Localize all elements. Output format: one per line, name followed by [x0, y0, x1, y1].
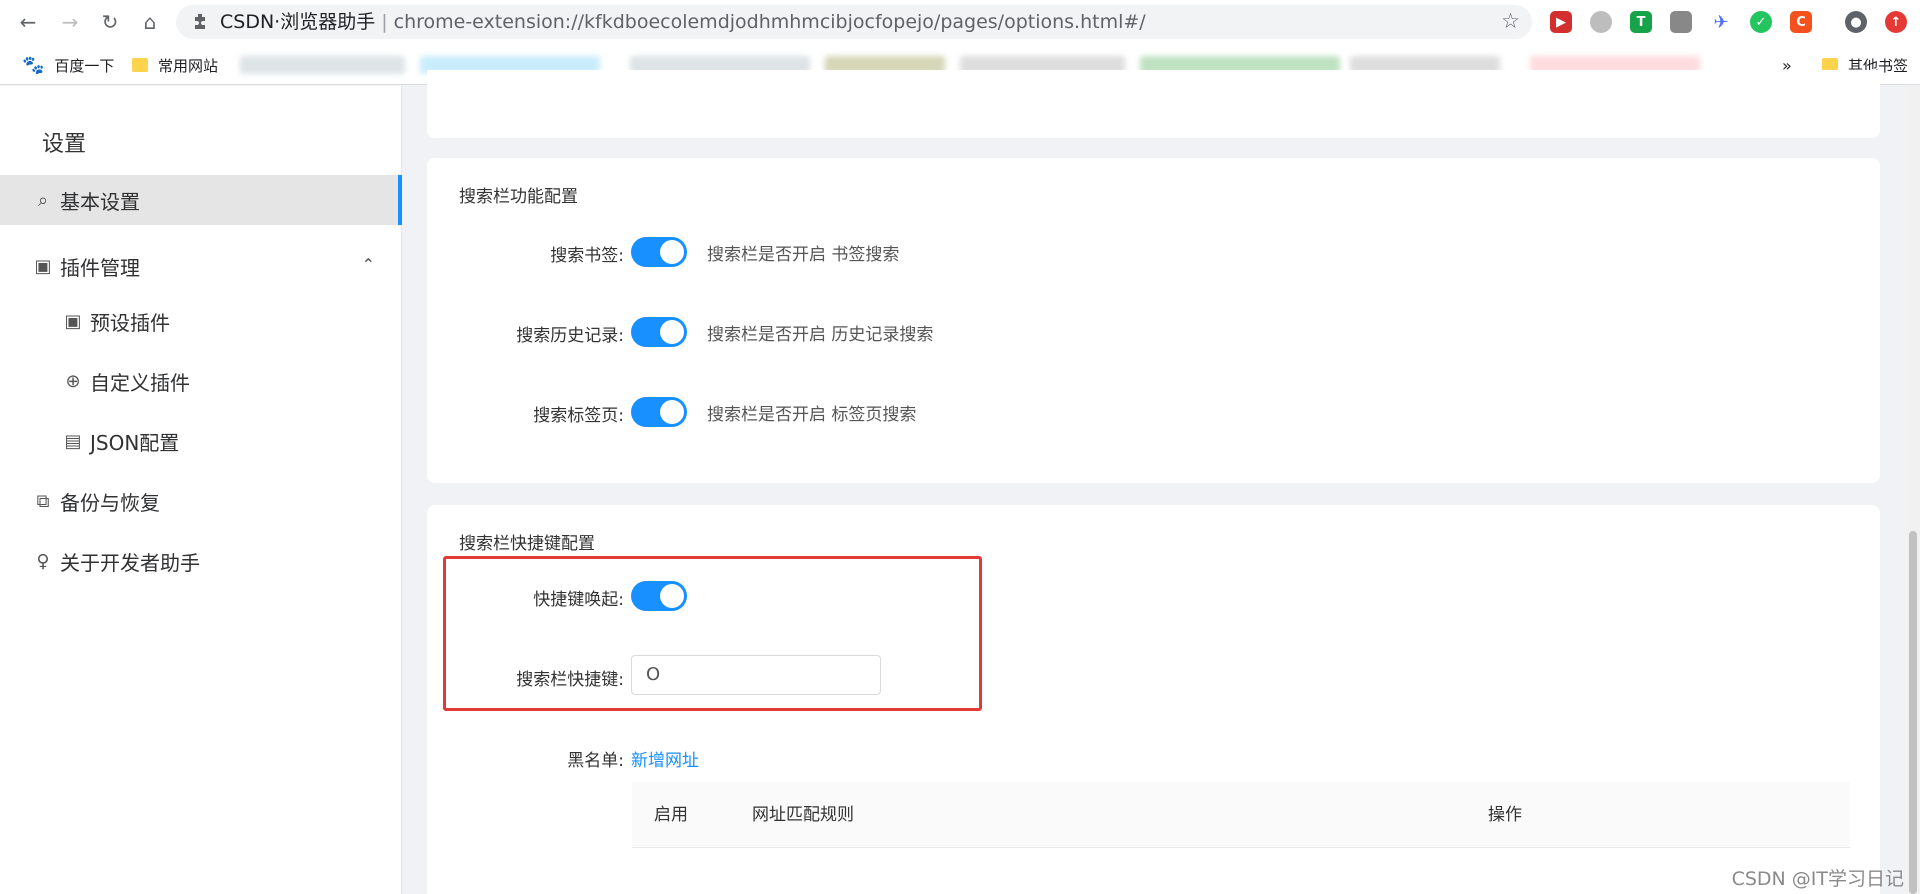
add-url-link[interactable]: 新增网址: [631, 746, 699, 771]
globe-icon: ⊕: [65, 370, 81, 392]
form-label: 搜索书签:: [550, 246, 624, 266]
sidebar-title: 设置: [42, 132, 87, 157]
plugin-box-icon: ▣: [64, 310, 82, 332]
settings-sidebar: 设置 ⌕ 基本设置 ▣ 插件管理 ⌃ ▣ 预设插件 ⊕ 自定义插件 ▤ JSON…: [0, 86, 402, 894]
form-label-wrap: 搜索标签页:: [427, 398, 624, 428]
bookmark-folder[interactable]: 常用网站: [132, 45, 218, 85]
section-title: 搜索栏功能配置: [459, 187, 578, 207]
sidebar-item-label: 基本设置: [60, 189, 140, 214]
blacklist-table-header: 启用 网址匹配规则 操作: [632, 782, 1850, 848]
extension-icon[interactable]: ▶: [1550, 11, 1572, 33]
puzzle-icon: [195, 14, 205, 29]
sidebar-item-backup-restore[interactable]: ⧉ 备份与恢复: [0, 476, 401, 526]
extension-icon[interactable]: ✈: [1710, 11, 1732, 33]
extension-icon[interactable]: T: [1630, 11, 1652, 33]
setting-description: 搜索栏是否开启 标签页搜索: [707, 405, 917, 425]
form-label: 搜索历史记录:: [516, 326, 624, 346]
search-history-toggle[interactable]: [631, 317, 687, 347]
backup-icon: ⧉: [36, 490, 50, 512]
title-separator: |: [381, 11, 388, 33]
page-url: chrome-extension://kfkdboecolemdjodhmhmc…: [393, 11, 1146, 33]
blurred-bookmark: [240, 56, 405, 74]
scrollbar-thumb[interactable]: [1909, 531, 1917, 894]
setting-description: 搜索栏是否开启 历史记录搜索: [707, 325, 934, 345]
bulb-icon: ♀: [36, 550, 50, 572]
section-title: 搜索栏快捷键配置: [459, 534, 595, 554]
plugin-box-icon: ▣: [34, 255, 52, 277]
sidebar-item-label: JSON配置: [90, 430, 180, 455]
form-label-wrap: 搜索历史记录:: [427, 318, 624, 348]
extension-icon[interactable]: C: [1790, 11, 1812, 33]
search-icon: ⌕: [37, 189, 49, 211]
form-label-wrap: 黑名单:: [427, 743, 624, 773]
sidebar-item-preset-plugins[interactable]: ▣ 预设插件: [0, 296, 401, 346]
sidebar-item-label: 自定义插件: [90, 370, 190, 395]
search-config-card: 搜索栏功能配置 搜索书签: 搜索栏是否开启 书签搜索 搜索历史记录: 搜索栏是否…: [427, 158, 1880, 483]
bookmark-baidu[interactable]: 🐾 百度一下: [22, 45, 114, 85]
setting-description: 搜索栏是否开启 书签搜索: [707, 245, 900, 265]
sidebar-item-label: 关于开发者助手: [60, 550, 200, 575]
extension-icon[interactable]: [1590, 11, 1612, 33]
sidebar-item-label: 预设插件: [90, 310, 170, 335]
bookmark-label: 百度一下: [54, 56, 115, 75]
home-icon[interactable]: ⌂: [136, 8, 164, 36]
json-file-icon: ▤: [64, 430, 82, 452]
bookmark-star-icon[interactable]: ☆: [1501, 9, 1520, 33]
sidebar-item-custom-plugins[interactable]: ⊕ 自定义插件: [0, 356, 401, 406]
form-label: 黑名单:: [567, 751, 624, 771]
column-header-actions: 操作: [1488, 805, 1522, 825]
reload-icon[interactable]: ↻: [96, 8, 124, 36]
page-scrollbar[interactable]: [1906, 86, 1920, 894]
browser-toolbar: ← → ↻ ⌂ CSDN·浏览器助手 | chrome-extension://kf…: [0, 0, 1920, 45]
forward-icon[interactable]: →: [56, 8, 84, 36]
watermark: CSDN @IT学习日记: [1731, 868, 1904, 890]
column-header-enabled: 启用: [654, 805, 688, 825]
sidebar-item-json-config[interactable]: ▤ JSON配置: [0, 416, 401, 466]
previous-settings-card: [427, 70, 1880, 138]
update-icon[interactable]: ↑: [1885, 11, 1907, 33]
page-title: CSDN·浏览器助手: [220, 11, 376, 33]
search-bookmarks-toggle[interactable]: [631, 237, 687, 267]
sidebar-item-label: 备份与恢复: [60, 490, 160, 515]
sidebar-item-plugin-management[interactable]: ▣ 插件管理 ⌃: [0, 241, 401, 291]
sidebar-item-about[interactable]: ♀ 关于开发者助手: [0, 536, 401, 586]
form-label: 搜索标签页:: [533, 406, 624, 426]
search-tabs-toggle[interactable]: [631, 397, 687, 427]
extension-icon[interactable]: ✓: [1750, 11, 1772, 33]
annotation-highlight-box: [443, 556, 982, 711]
sidebar-item-basic-settings[interactable]: ⌕ 基本设置: [0, 175, 402, 225]
column-header-url-rule: 网址匹配规则: [752, 805, 854, 825]
address-bar[interactable]: CSDN·浏览器助手 | chrome-extension://kfkdboecol…: [176, 5, 1532, 39]
folder-icon: [132, 58, 148, 72]
sidebar-item-label: 插件管理: [60, 255, 140, 280]
bookmark-label: 常用网站: [158, 56, 219, 75]
profile-avatar-icon[interactable]: ●: [1845, 11, 1867, 33]
baidu-paw-icon: 🐾: [22, 54, 45, 76]
extension-icon[interactable]: [1670, 11, 1692, 33]
back-icon[interactable]: ←: [14, 8, 42, 36]
form-label-wrap: 搜索书签:: [427, 238, 624, 268]
chevron-up-icon[interactable]: ⌃: [362, 255, 375, 274]
